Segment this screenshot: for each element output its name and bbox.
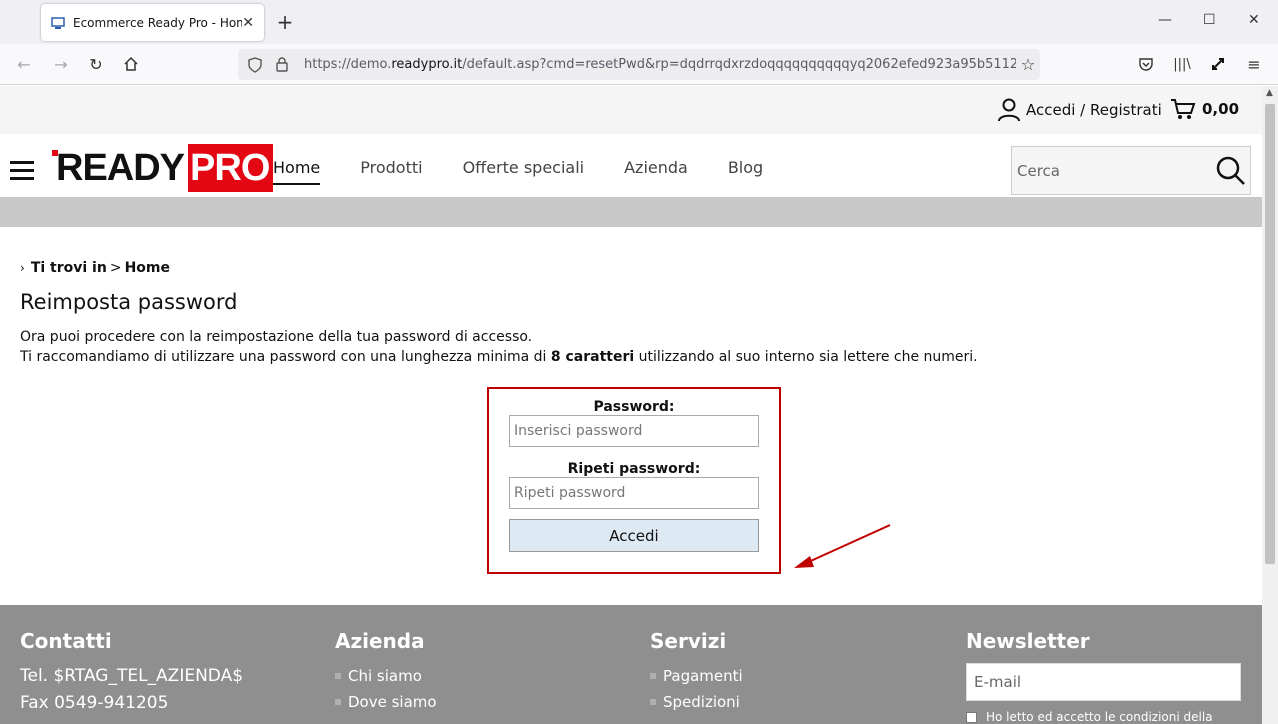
bookmark-star-icon[interactable]: ☆ bbox=[1016, 55, 1040, 74]
breadcrumb-home[interactable]: Home bbox=[125, 260, 170, 276]
annotation-arrow-icon bbox=[794, 524, 891, 568]
app-menu-icon[interactable]: ≡ bbox=[1243, 53, 1265, 75]
tab-title: Ecommerce Ready Pro - Home bbox=[73, 15, 243, 30]
footer-company-title: Azienda bbox=[335, 629, 425, 653]
library-icon[interactable]: |||\ bbox=[1171, 53, 1193, 75]
password-label: Password: bbox=[593, 399, 675, 415]
intro-text: Ora puoi procedere con la reimpostazione… bbox=[20, 327, 978, 367]
breadcrumb-separator: > bbox=[109, 260, 122, 276]
maximize-icon[interactable]: ☐ bbox=[1203, 12, 1216, 28]
top-utility-bar: Accedi / Registrati 0,00 bbox=[0, 86, 1262, 134]
breadcrumb-prefix: Ti trovi in bbox=[30, 260, 107, 276]
breadcrumb: › Ti trovi in > Home bbox=[20, 260, 170, 276]
newsletter-email-field[interactable] bbox=[966, 663, 1241, 701]
repeat-password-label: Ripeti password: bbox=[567, 461, 701, 477]
extensions-icon[interactable] bbox=[1207, 53, 1229, 75]
menu-item-prodotti[interactable]: Prodotti bbox=[360, 158, 422, 185]
intro-line-2: Ti raccomandiamo di utilizzare una passw… bbox=[20, 349, 978, 365]
back-icon[interactable]: ← bbox=[13, 53, 35, 75]
scrollbar-thumb[interactable] bbox=[1265, 104, 1275, 564]
tab-close-icon[interactable]: ✕ bbox=[242, 15, 254, 31]
intro-line-1: Ora puoi procedere con la reimpostazione… bbox=[20, 329, 533, 345]
url-text: https://demo.readypro.it/default.asp?cmd… bbox=[304, 57, 1016, 72]
cart-total: 0,00 bbox=[1202, 100, 1240, 118]
forward-icon[interactable]: → bbox=[50, 53, 72, 75]
menu-item-offerte[interactable]: Offerte speciali bbox=[463, 158, 585, 185]
footer-link-spedizioni[interactable]: Spedizioni bbox=[650, 689, 743, 715]
reset-password-form: Password: Ripeti password: Accedi bbox=[487, 387, 781, 574]
browser-tab[interactable]: Ecommerce Ready Pro - Home ✕ bbox=[41, 4, 264, 41]
footer-fax: Fax 0549-941205 bbox=[20, 693, 169, 713]
consent-checkbox[interactable] bbox=[966, 711, 977, 723]
main-menu: Home Prodotti Offerte speciali Azienda B… bbox=[273, 158, 803, 185]
lock-icon[interactable] bbox=[276, 57, 294, 72]
page-title: Reimposta password bbox=[20, 290, 238, 314]
footer-contacts: Contatti Tel. $RTAG_TEL_AZIENDA$ Fax 054… bbox=[20, 629, 243, 717]
consent-text: Ho letto ed accetto le condizioni della bbox=[986, 710, 1213, 724]
account-label: Accedi / Registrati bbox=[1026, 101, 1162, 119]
footer-link-dove-siamo[interactable]: Dove siamo bbox=[335, 689, 437, 715]
web-page: Accedi / Registrati 0,00 READY PRO Home … bbox=[0, 86, 1262, 724]
search-box bbox=[1011, 146, 1251, 195]
newsletter-consent: Ho letto ed accetto le condizioni della bbox=[966, 710, 1241, 724]
cart-icon bbox=[1171, 99, 1196, 119]
logo-ready-text: READY bbox=[52, 144, 185, 192]
user-icon bbox=[998, 98, 1020, 122]
site-logo[interactable]: READY PRO bbox=[52, 144, 274, 192]
site-footer: Contatti Tel. $RTAG_TEL_AZIENDA$ Fax 054… bbox=[0, 605, 1262, 724]
site-favicon-icon bbox=[51, 16, 65, 29]
submit-button[interactable]: Accedi bbox=[509, 519, 759, 552]
header-divider-bar bbox=[0, 197, 1262, 227]
browser-tab-bar: Ecommerce Ready Pro - Home ✕ + — ☐ ✕ bbox=[0, 0, 1278, 44]
tracking-shield-icon[interactable] bbox=[248, 56, 266, 73]
pocket-icon[interactable] bbox=[1135, 53, 1157, 75]
scroll-up-icon[interactable]: ▲ bbox=[1266, 88, 1273, 98]
menu-item-blog[interactable]: Blog bbox=[728, 158, 763, 185]
footer-link-pagamenti[interactable]: Pagamenti bbox=[650, 663, 743, 689]
new-tab-icon[interactable]: + bbox=[274, 10, 296, 34]
footer-link-chi-siamo[interactable]: Chi siamo bbox=[335, 663, 437, 689]
footer-contacts-title: Contatti bbox=[20, 629, 112, 653]
chevron-right-icon: › bbox=[20, 261, 25, 275]
window-close-icon[interactable]: ✕ bbox=[1248, 12, 1260, 28]
account-link[interactable]: Accedi / Registrati bbox=[998, 98, 1162, 122]
footer-tel: Tel. $RTAG_TEL_AZIENDA$ bbox=[20, 666, 244, 686]
cart-link[interactable]: 0,00 bbox=[1170, 98, 1239, 120]
address-bar[interactable]: https://demo.readypro.it/default.asp?cmd… bbox=[238, 49, 1040, 80]
menu-item-home[interactable]: Home bbox=[273, 158, 321, 185]
logo-pro-text: PRO bbox=[188, 144, 274, 192]
page-scrollbar[interactable]: ▲ bbox=[1262, 86, 1278, 724]
footer-company: Azienda Chi siamo Dove siamo bbox=[335, 629, 437, 715]
footer-newsletter-title: Newsletter bbox=[966, 629, 1090, 653]
password-field[interactable] bbox=[509, 415, 759, 447]
search-input[interactable] bbox=[1012, 161, 1211, 180]
reload-icon[interactable]: ↻ bbox=[85, 53, 107, 75]
footer-services-title: Servizi bbox=[650, 629, 727, 653]
minimize-icon[interactable]: — bbox=[1158, 12, 1172, 28]
search-icon[interactable] bbox=[1211, 155, 1250, 187]
browser-toolbar: ← → ↻ https://demo.readypro.it/default.a… bbox=[0, 44, 1278, 85]
footer-newsletter: Newsletter Ho letto ed accetto le condiz… bbox=[966, 629, 1241, 724]
menu-item-azienda[interactable]: Azienda bbox=[624, 158, 688, 185]
site-header: READY PRO Home Prodotti Offerte speciali… bbox=[0, 134, 1262, 197]
home-icon[interactable] bbox=[120, 53, 142, 75]
hamburger-menu-icon[interactable] bbox=[10, 161, 34, 181]
footer-services: Servizi Pagamenti Spedizioni bbox=[650, 629, 743, 715]
min-length-highlight: 8 caratteri bbox=[550, 349, 635, 365]
repeat-password-field[interactable] bbox=[509, 477, 759, 509]
